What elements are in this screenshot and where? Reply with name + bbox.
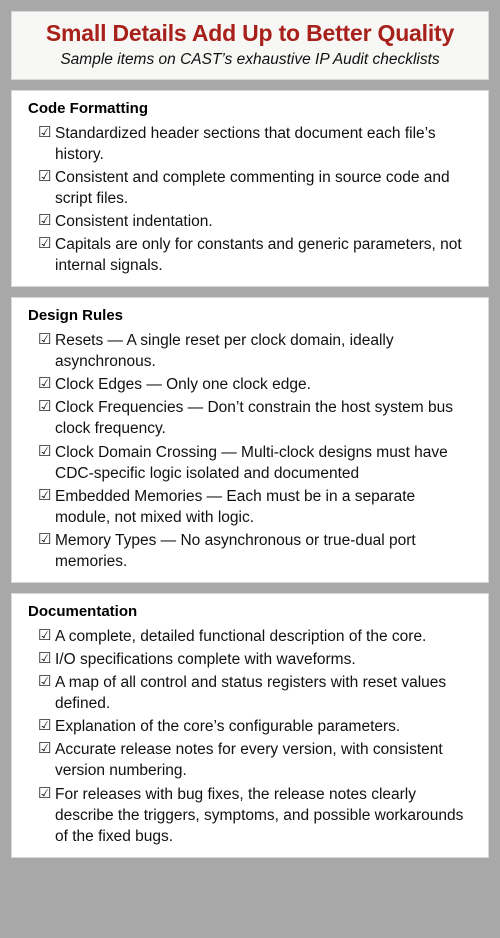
checklist-item-label: Clock Frequencies — Don’t constrain the … — [55, 399, 454, 438]
checked-checkbox-icon[interactable]: ☑ — [27, 530, 55, 550]
section-card: Code Formatting ☑ Standardized header sect… — [11, 89, 489, 288]
checklist-item[interactable]: ☑ Consistent and complete commenting in s… — [27, 167, 480, 209]
checklist-item-label: Consistent and complete commenting in so… — [55, 168, 450, 207]
checked-checkbox-icon[interactable]: ☑ — [27, 442, 55, 462]
checklist-item[interactable]: ☑ Explanation of the core’s configurable … — [27, 716, 480, 737]
checklist-item[interactable]: ☑ Embedded Memories — Each must be in a s… — [27, 486, 480, 528]
checklist-item[interactable]: ☑ Consistent indentation. — [27, 211, 480, 232]
section-heading: Documentation — [28, 602, 138, 620]
checked-checkbox-icon[interactable]: ☑ — [27, 234, 55, 254]
checklist-item-label: Explanation of the core’s configurable p… — [55, 718, 401, 736]
checklist: ☑ Standardized header sections that docum… — [27, 123, 480, 277]
checked-checkbox-icon[interactable]: ☑ — [27, 211, 55, 231]
checklist-item[interactable]: ☑ A complete, detailed functional descrip… — [27, 626, 480, 647]
checklist-item-label: Clock Edges — Only one clock edge. — [55, 376, 311, 394]
checklist-item[interactable]: ☑ Clock Edges — Only one clock edge. — [27, 374, 480, 395]
checklist-item[interactable]: ☑ Standardized header sections that docum… — [27, 123, 480, 165]
checked-checkbox-icon[interactable]: ☑ — [27, 716, 55, 736]
section-heading: Code Formatting — [28, 99, 148, 117]
checked-checkbox-icon[interactable]: ☑ — [27, 167, 55, 187]
checklist-item[interactable]: ☑ Resets — A single reset per clock domai… — [27, 330, 480, 372]
checked-checkbox-icon[interactable]: ☑ — [27, 486, 55, 506]
checklist-item-label: Clock Domain Crossing — Multi-clock desi… — [55, 443, 448, 482]
checklist-item-label: Consistent indentation. — [55, 212, 213, 230]
checklist-item-label: Accurate release notes for every version… — [55, 741, 443, 780]
checklist-item-label: Resets — A single reset per clock domain… — [55, 332, 394, 371]
checked-checkbox-icon[interactable]: ☑ — [27, 397, 55, 417]
section-card: Documentation ☑ A complete, detailed funct… — [11, 592, 489, 858]
checklist-item[interactable]: ☑ I/O specifications complete with wavefo… — [27, 649, 480, 670]
checked-checkbox-icon[interactable]: ☑ — [27, 672, 55, 692]
checklist-item[interactable]: ☑ A map of all control and status registe… — [27, 672, 480, 714]
checklist: ☑ Resets — A single reset per clock domai… — [27, 330, 480, 572]
checklist-item-label: For releases with bug fixes, the release… — [55, 785, 464, 845]
checked-checkbox-icon[interactable]: ☑ — [27, 123, 55, 143]
checklist-item[interactable]: ☑ Clock Frequencies — Don’t constrain the… — [27, 397, 480, 439]
checklist-item-label: Embedded Memories — Each must be in a se… — [55, 487, 416, 526]
checked-checkbox-icon[interactable]: ☑ — [27, 626, 55, 646]
checklist-item-label: Capitals are only for constants and gene… — [55, 235, 462, 275]
checklist-item[interactable]: ☑ For releases with bug fixes, the releas… — [27, 784, 480, 847]
checked-checkbox-icon[interactable]: ☑ — [27, 784, 55, 804]
checklist-item-label: Standardized header sections that docume… — [55, 124, 436, 163]
checked-checkbox-icon[interactable]: ☑ — [27, 739, 55, 759]
checklist-item-label: Memory Types — No asynchronous or true-d… — [55, 531, 416, 570]
section-card: Design Rules ☑ Resets — A single reset per… — [11, 297, 489, 583]
checklist-item-label: A map of all control and status register… — [55, 674, 447, 713]
checked-checkbox-icon[interactable]: ☑ — [27, 649, 55, 669]
section-heading: Design Rules — [28, 307, 124, 325]
checklist-item[interactable]: ☑ Clock Domain Crossing — Multi-clock des… — [27, 442, 480, 484]
header-card: Small Details Add Up to Better Quality S… — [11, 11, 489, 80]
checklist-item[interactable]: ☑ Capitals are only for constants and gen… — [27, 234, 480, 276]
page-title: Small Details Add Up to Better Quality — [45, 20, 455, 46]
checklist-item-label: A complete, detailed functional descript… — [55, 627, 427, 645]
checklist-item[interactable]: ☑ Accurate release notes for every versio… — [27, 739, 480, 781]
checklist-item[interactable]: ☑ Memory Types — No asynchronous or true-… — [27, 530, 480, 572]
checked-checkbox-icon[interactable]: ☑ — [27, 374, 55, 394]
checklist-infographic: Small Details Add Up to Better Quality S… — [0, 0, 500, 938]
page-subtitle: Sample items on CAST’s exhaustive IP Aud… — [60, 50, 440, 68]
checklist: ☑ A complete, detailed functional descrip… — [27, 626, 480, 847]
checked-checkbox-icon[interactable]: ☑ — [27, 330, 55, 350]
checklist-item-label: I/O specifications complete with wavefor… — [55, 651, 356, 669]
